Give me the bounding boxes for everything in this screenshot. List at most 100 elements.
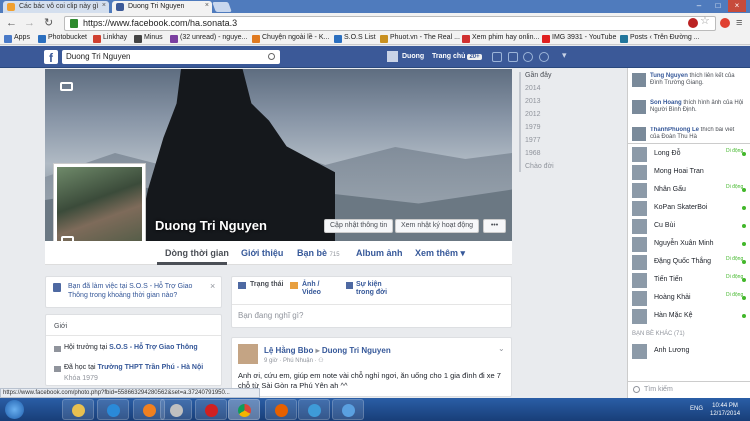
photo-video-tab[interactable]: Ảnh / Video bbox=[302, 281, 330, 297]
home-link[interactable]: Trang chủ 20+ bbox=[432, 53, 482, 60]
chat-contact[interactable]: Cu Bùi bbox=[632, 218, 748, 235]
taskbar-ie2[interactable] bbox=[298, 399, 330, 420]
bookmark-xem-phim[interactable]: Xem phim hay onlin... bbox=[462, 34, 539, 43]
extension-icon[interactable] bbox=[688, 18, 698, 28]
life-event-tab[interactable]: Sự kiện trong đời bbox=[356, 281, 401, 297]
activity-log-button[interactable]: Xem nhật ký hoạt động bbox=[395, 219, 479, 233]
reload-icon[interactable]: ↻ bbox=[44, 17, 53, 29]
profile-link[interactable]: Duong bbox=[402, 53, 424, 60]
post-meta[interactable]: 9 giờ · Phú Nhuận · ⚇ bbox=[264, 357, 324, 364]
chat-contact[interactable]: Đặng Quốc Thắng Di động bbox=[632, 254, 748, 271]
chat-contact[interactable]: Anh Lương bbox=[632, 343, 748, 360]
ticker-item[interactable]: Tung Nguyen thích liên kết của Đình Trườ… bbox=[632, 73, 744, 87]
tab-close-icon[interactable]: × bbox=[205, 2, 209, 9]
year-born[interactable]: Chào đời bbox=[515, 163, 555, 176]
chat-contact[interactable]: Nguyễn Xuân Minh bbox=[632, 236, 748, 253]
close-icon[interactable]: × bbox=[210, 281, 215, 291]
year-1977[interactable]: 1977 bbox=[515, 137, 555, 150]
taskbar-explorer[interactable] bbox=[62, 399, 94, 420]
bookmark-chuyen-ngoai-le[interactable]: Chuyện ngoài lề - K... bbox=[252, 34, 329, 43]
year-2013[interactable]: 2013 bbox=[515, 98, 555, 111]
start-button-icon[interactable] bbox=[5, 400, 24, 419]
search-input[interactable]: Duong Tri Nguyen bbox=[62, 50, 280, 64]
taskbar-app2[interactable] bbox=[332, 399, 364, 420]
tab-more[interactable]: Xem thêm ▾ bbox=[415, 248, 465, 259]
movie-icon bbox=[462, 35, 470, 43]
friend-requests-icon[interactable] bbox=[492, 52, 502, 62]
chat-search[interactable]: Tìm kiếm bbox=[628, 381, 750, 398]
privacy-icon[interactable] bbox=[539, 52, 549, 62]
work-link[interactable]: S.O.S - Hỗ Trợ Giao Thông bbox=[109, 344, 198, 351]
chat-contact[interactable]: Long Đỗ Di động bbox=[632, 146, 748, 163]
post-author[interactable]: Lệ Hằng Bbo bbox=[264, 346, 313, 355]
notifications-icon[interactable] bbox=[523, 52, 533, 62]
star-icon[interactable]: ☆ bbox=[700, 15, 710, 27]
post-target[interactable]: Duong Tri Nguyen bbox=[322, 346, 391, 355]
composer-input[interactable]: Bạn đang nghĩ gì? bbox=[238, 311, 303, 320]
avatar[interactable] bbox=[387, 51, 398, 62]
bookmark-apps[interactable]: Apps bbox=[4, 34, 30, 43]
back-icon[interactable]: ← bbox=[6, 17, 17, 29]
other-friends-header: BẠN BÈ KHÁC (71) bbox=[632, 331, 685, 337]
taskbar-app[interactable] bbox=[160, 399, 192, 420]
bookmark-sos-list[interactable]: S.O.S List bbox=[334, 34, 376, 43]
wordpress-icon bbox=[620, 35, 628, 43]
system-clock[interactable]: 10:44 PM 12/17/2014 bbox=[710, 402, 740, 418]
browser-tab-1[interactable]: Các bác vô coi clip này gì × bbox=[3, 1, 109, 13]
bookmark-photobucket[interactable]: Photobucket bbox=[38, 34, 87, 43]
post-author-avatar[interactable] bbox=[238, 344, 258, 364]
chat-contact[interactable]: Hàn Mặc Kệ bbox=[632, 308, 748, 325]
chat-contact[interactable]: KoPan SkaterBoi bbox=[632, 200, 748, 217]
year-2014[interactable]: 2014 bbox=[515, 85, 555, 98]
year-2012[interactable]: 2012 bbox=[515, 111, 555, 124]
contact-avatar bbox=[632, 147, 647, 162]
profile-name[interactable]: Duong Tri Nguyen bbox=[155, 218, 267, 233]
chat-contact[interactable]: Tiến Tiến Di động bbox=[632, 272, 748, 289]
close-window-icon[interactable]: × bbox=[728, 0, 746, 12]
bookmark-minus[interactable]: Minus bbox=[134, 34, 163, 43]
tab-friends[interactable]: Bạn bè 715 bbox=[297, 248, 340, 258]
tab-timeline[interactable]: Dòng thời gian bbox=[165, 248, 229, 258]
bookmark-wordpress[interactable]: Posts ‹ Trên Đường ... bbox=[620, 34, 700, 43]
tab-close-icon[interactable]: × bbox=[102, 2, 106, 9]
bookmark-phuot[interactable]: Phuot.vn - The Real ... bbox=[380, 34, 460, 43]
tab-photos[interactable]: Album ảnh bbox=[356, 248, 403, 258]
camera-icon[interactable] bbox=[60, 82, 73, 91]
tab-about[interactable]: Giới thiệu bbox=[241, 248, 283, 258]
more-options-button[interactable]: ••• bbox=[483, 219, 506, 233]
address-bar[interactable]: https://www.facebook.com/ha.sonata.3 bbox=[64, 16, 716, 31]
facebook-logo-icon[interactable]: f bbox=[44, 50, 58, 65]
menu-icon[interactable]: ≡ bbox=[736, 17, 742, 29]
taskbar-ie[interactable] bbox=[97, 399, 129, 420]
taskbar-opera[interactable] bbox=[195, 399, 227, 420]
bookmark-youtube[interactable]: IMG 3931 - YouTube bbox=[542, 34, 616, 43]
status-tab[interactable]: Trạng thái bbox=[250, 281, 283, 289]
forward-icon[interactable]: → bbox=[24, 17, 35, 29]
online-dot-icon bbox=[742, 224, 746, 228]
minimize-icon[interactable]: – bbox=[690, 0, 708, 12]
chat-contact[interactable]: Mong Hoai Tran bbox=[632, 164, 748, 181]
search-icon[interactable] bbox=[268, 53, 275, 60]
bookmark-linkhay[interactable]: Linkhay bbox=[93, 34, 127, 43]
year-1968[interactable]: 1968 bbox=[515, 150, 555, 163]
update-info-button[interactable]: Cập nhật thông tin bbox=[324, 219, 394, 233]
language-indicator[interactable]: ENG bbox=[690, 406, 703, 412]
new-tab-button[interactable] bbox=[212, 2, 232, 12]
year-recent[interactable]: Gần đây bbox=[515, 72, 555, 85]
ticker-item[interactable]: ThanhPhuong Le thích bài viết của Đoàn T… bbox=[632, 127, 744, 141]
school-link[interactable]: Trường THPT Trần Phú - Hà Nội bbox=[97, 364, 203, 371]
messages-icon[interactable] bbox=[508, 52, 518, 62]
chat-contact[interactable]: Hoàng Khải Di động bbox=[632, 290, 748, 307]
maximize-icon[interactable]: □ bbox=[709, 0, 727, 12]
taskbar-chrome[interactable] bbox=[228, 399, 260, 420]
bookmark-gmail[interactable]: (32 unread) - nguye... bbox=[170, 34, 247, 43]
taskbar-firefox[interactable] bbox=[265, 399, 297, 420]
post-options-icon[interactable]: ⌄ bbox=[498, 344, 505, 353]
chat-contact[interactable]: Nhân Gấu Di động bbox=[632, 182, 748, 199]
browser-tab-2[interactable]: Duong Tri Nguyen × bbox=[112, 1, 212, 13]
year-1979[interactable]: 1979 bbox=[515, 124, 555, 137]
work-prompt-text[interactable]: Bạn đã làm việc tại S.O.S - Hỗ Trợ Giao … bbox=[68, 282, 208, 300]
settings-arrow-icon[interactable]: ▾ bbox=[562, 50, 572, 60]
ticker-item[interactable]: Son Hoang thích hình ảnh của Hội Người B… bbox=[632, 100, 744, 114]
opera-extension-icon[interactable] bbox=[720, 18, 730, 28]
